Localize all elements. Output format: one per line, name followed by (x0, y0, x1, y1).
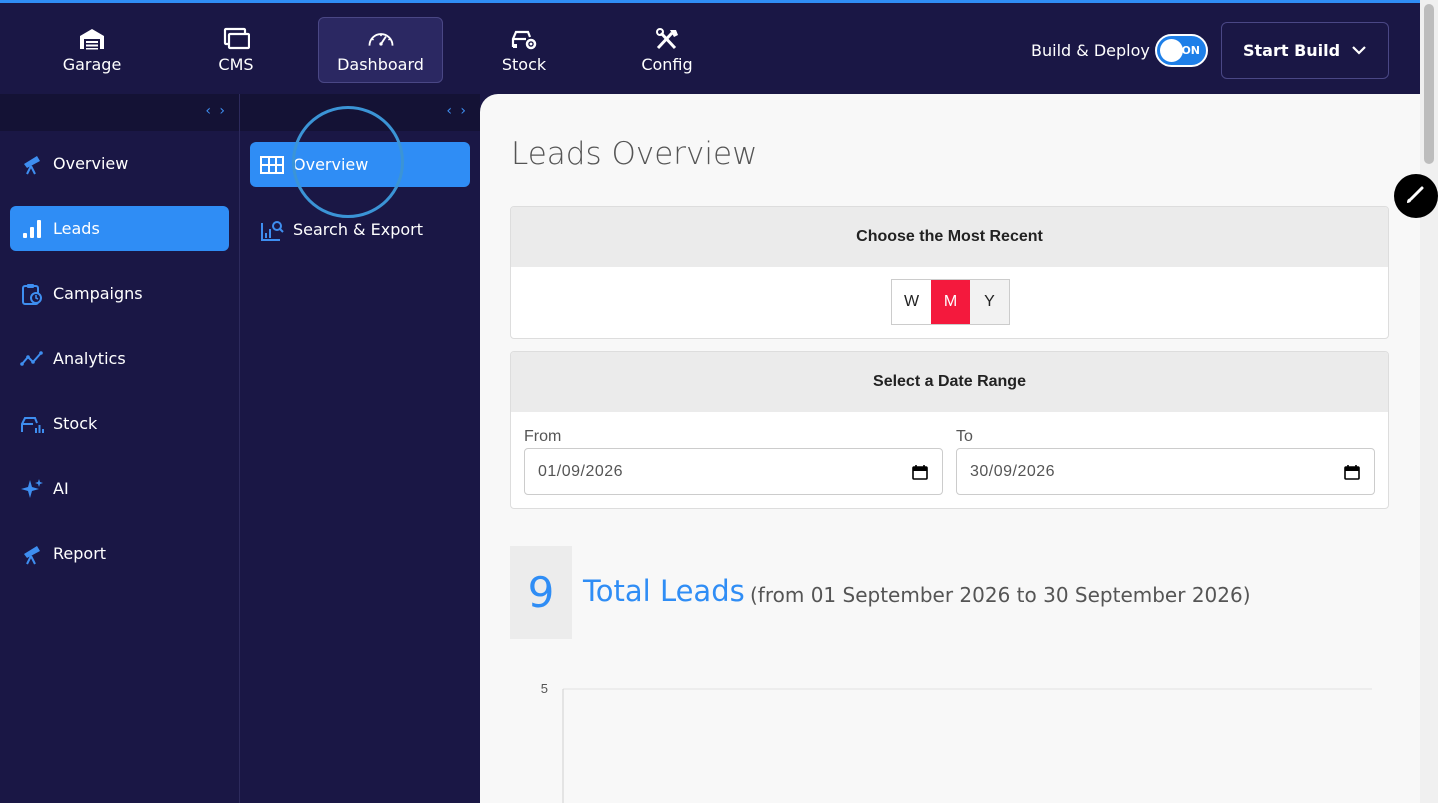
to-date-input[interactable]: 30/09/2026 (956, 448, 1375, 495)
primary-sidebar: ‹ › Overview Leads Campaigns Analytics S… (0, 94, 240, 803)
calendar-icon[interactable] (912, 464, 928, 480)
subnav-item-label: Search & Export (293, 220, 423, 239)
period-selector: W M Y (891, 279, 1010, 325)
top-navbar: Garage CMS Dashboard Stock Config Build … (0, 0, 1420, 94)
telescope-icon (24, 155, 40, 174)
to-label: To (956, 428, 973, 445)
collapse-toggle-icon[interactable]: ‹ › (446, 103, 468, 119)
sidebar-item-stock[interactable]: Stock (10, 401, 229, 446)
toggle-knob (1160, 39, 1183, 62)
search-chart-icon (261, 220, 284, 241)
sidebar-item-overview[interactable]: Overview (10, 141, 229, 186)
from-date-value: 01/09/2026 (538, 462, 624, 480)
from-label: From (524, 428, 562, 445)
most-recent-heading: Choose the Most Recent (511, 207, 1388, 267)
nav-dashboard[interactable]: Dashboard (318, 17, 443, 83)
sidebar-item-campaigns[interactable]: Campaigns (10, 271, 229, 316)
bar-chart-icon (23, 219, 41, 238)
garage-icon (80, 28, 104, 49)
sidebar-item-ai[interactable]: AI (10, 466, 229, 511)
sidebar-item-leads[interactable]: Leads (10, 206, 229, 251)
y-tick-label: 5 (541, 681, 548, 696)
start-build-button[interactable]: Start Build (1221, 22, 1389, 79)
leads-chart: 5 (541, 681, 1372, 803)
line-chart-icon (20, 350, 43, 366)
edit-fab-button[interactable] (1394, 174, 1438, 218)
sparkle-icon (21, 478, 43, 498)
date-range-heading: Select a Date Range (511, 352, 1388, 412)
nav-stock[interactable]: Stock (484, 17, 564, 83)
car-gear-icon (511, 30, 537, 49)
brush-icon (1407, 186, 1424, 203)
total-leads-count: 9 (510, 546, 572, 639)
main-content: Leads Overview Choose the Most Recent W … (480, 94, 1420, 803)
car-chart-icon (21, 416, 44, 433)
click-indicator (292, 106, 404, 218)
build-deploy-label: Build & Deploy (1031, 41, 1150, 60)
toggle-state-label: ON (1181, 44, 1200, 57)
collapse-toggle-icon[interactable]: ‹ › (205, 103, 227, 119)
sidebar-item-report[interactable]: Report (10, 531, 229, 576)
sidebar-item-label: Overview (53, 154, 129, 173)
nav-garage-label: Garage (62, 54, 122, 74)
sidebar-item-label: AI (53, 479, 69, 498)
tools-icon (656, 27, 678, 49)
speedometer-icon (368, 32, 393, 46)
sidebar-item-label: Campaigns (53, 284, 143, 303)
page-scrollbar[interactable] (1420, 0, 1438, 803)
to-date-value: 30/09/2026 (970, 462, 1056, 480)
nav-dashboard-label: Dashboard (337, 54, 424, 74)
clipboard-clock-icon (22, 283, 42, 305)
nav-cms[interactable]: CMS (196, 17, 276, 83)
grid-layout-icon (260, 155, 284, 174)
scrollbar-thumb[interactable] (1424, 4, 1434, 164)
sidebar-item-label: Leads (53, 219, 100, 238)
telescope-icon (24, 545, 40, 564)
calendar-icon[interactable] (1344, 464, 1360, 480)
chevron-down-icon (1352, 46, 1366, 55)
sidebar-header: ‹ › (0, 94, 239, 131)
period-week-button[interactable]: W (892, 280, 931, 324)
nav-cms-label: CMS (218, 54, 254, 74)
nav-config-label: Config (641, 54, 693, 74)
cms-icon (223, 27, 250, 49)
nav-stock-label: Stock (501, 54, 547, 74)
build-deploy-toggle[interactable]: ON (1155, 34, 1208, 67)
sidebar-item-label: Stock (53, 414, 98, 433)
period-month-button[interactable]: M (931, 280, 970, 324)
from-date-input[interactable]: 01/09/2026 (524, 448, 943, 495)
date-range-panel: Select a Date Range From 01/09/2026 To 3… (510, 351, 1389, 509)
total-leads-range: (from 01 September 2026 to 30 September … (750, 583, 1251, 607)
total-leads-title: Total Leads (583, 574, 745, 608)
nav-garage[interactable]: Garage (52, 17, 132, 83)
period-year-button[interactable]: Y (970, 280, 1009, 324)
most-recent-panel: Choose the Most Recent W M Y (510, 206, 1389, 339)
page-title: Leads Overview (511, 136, 758, 172)
start-build-label: Start Build (1243, 41, 1341, 60)
sidebar-item-label: Report (53, 544, 107, 563)
nav-config[interactable]: Config (627, 17, 707, 83)
sidebar-item-analytics[interactable]: Analytics (10, 336, 229, 381)
sidebar-item-label: Analytics (53, 349, 126, 368)
